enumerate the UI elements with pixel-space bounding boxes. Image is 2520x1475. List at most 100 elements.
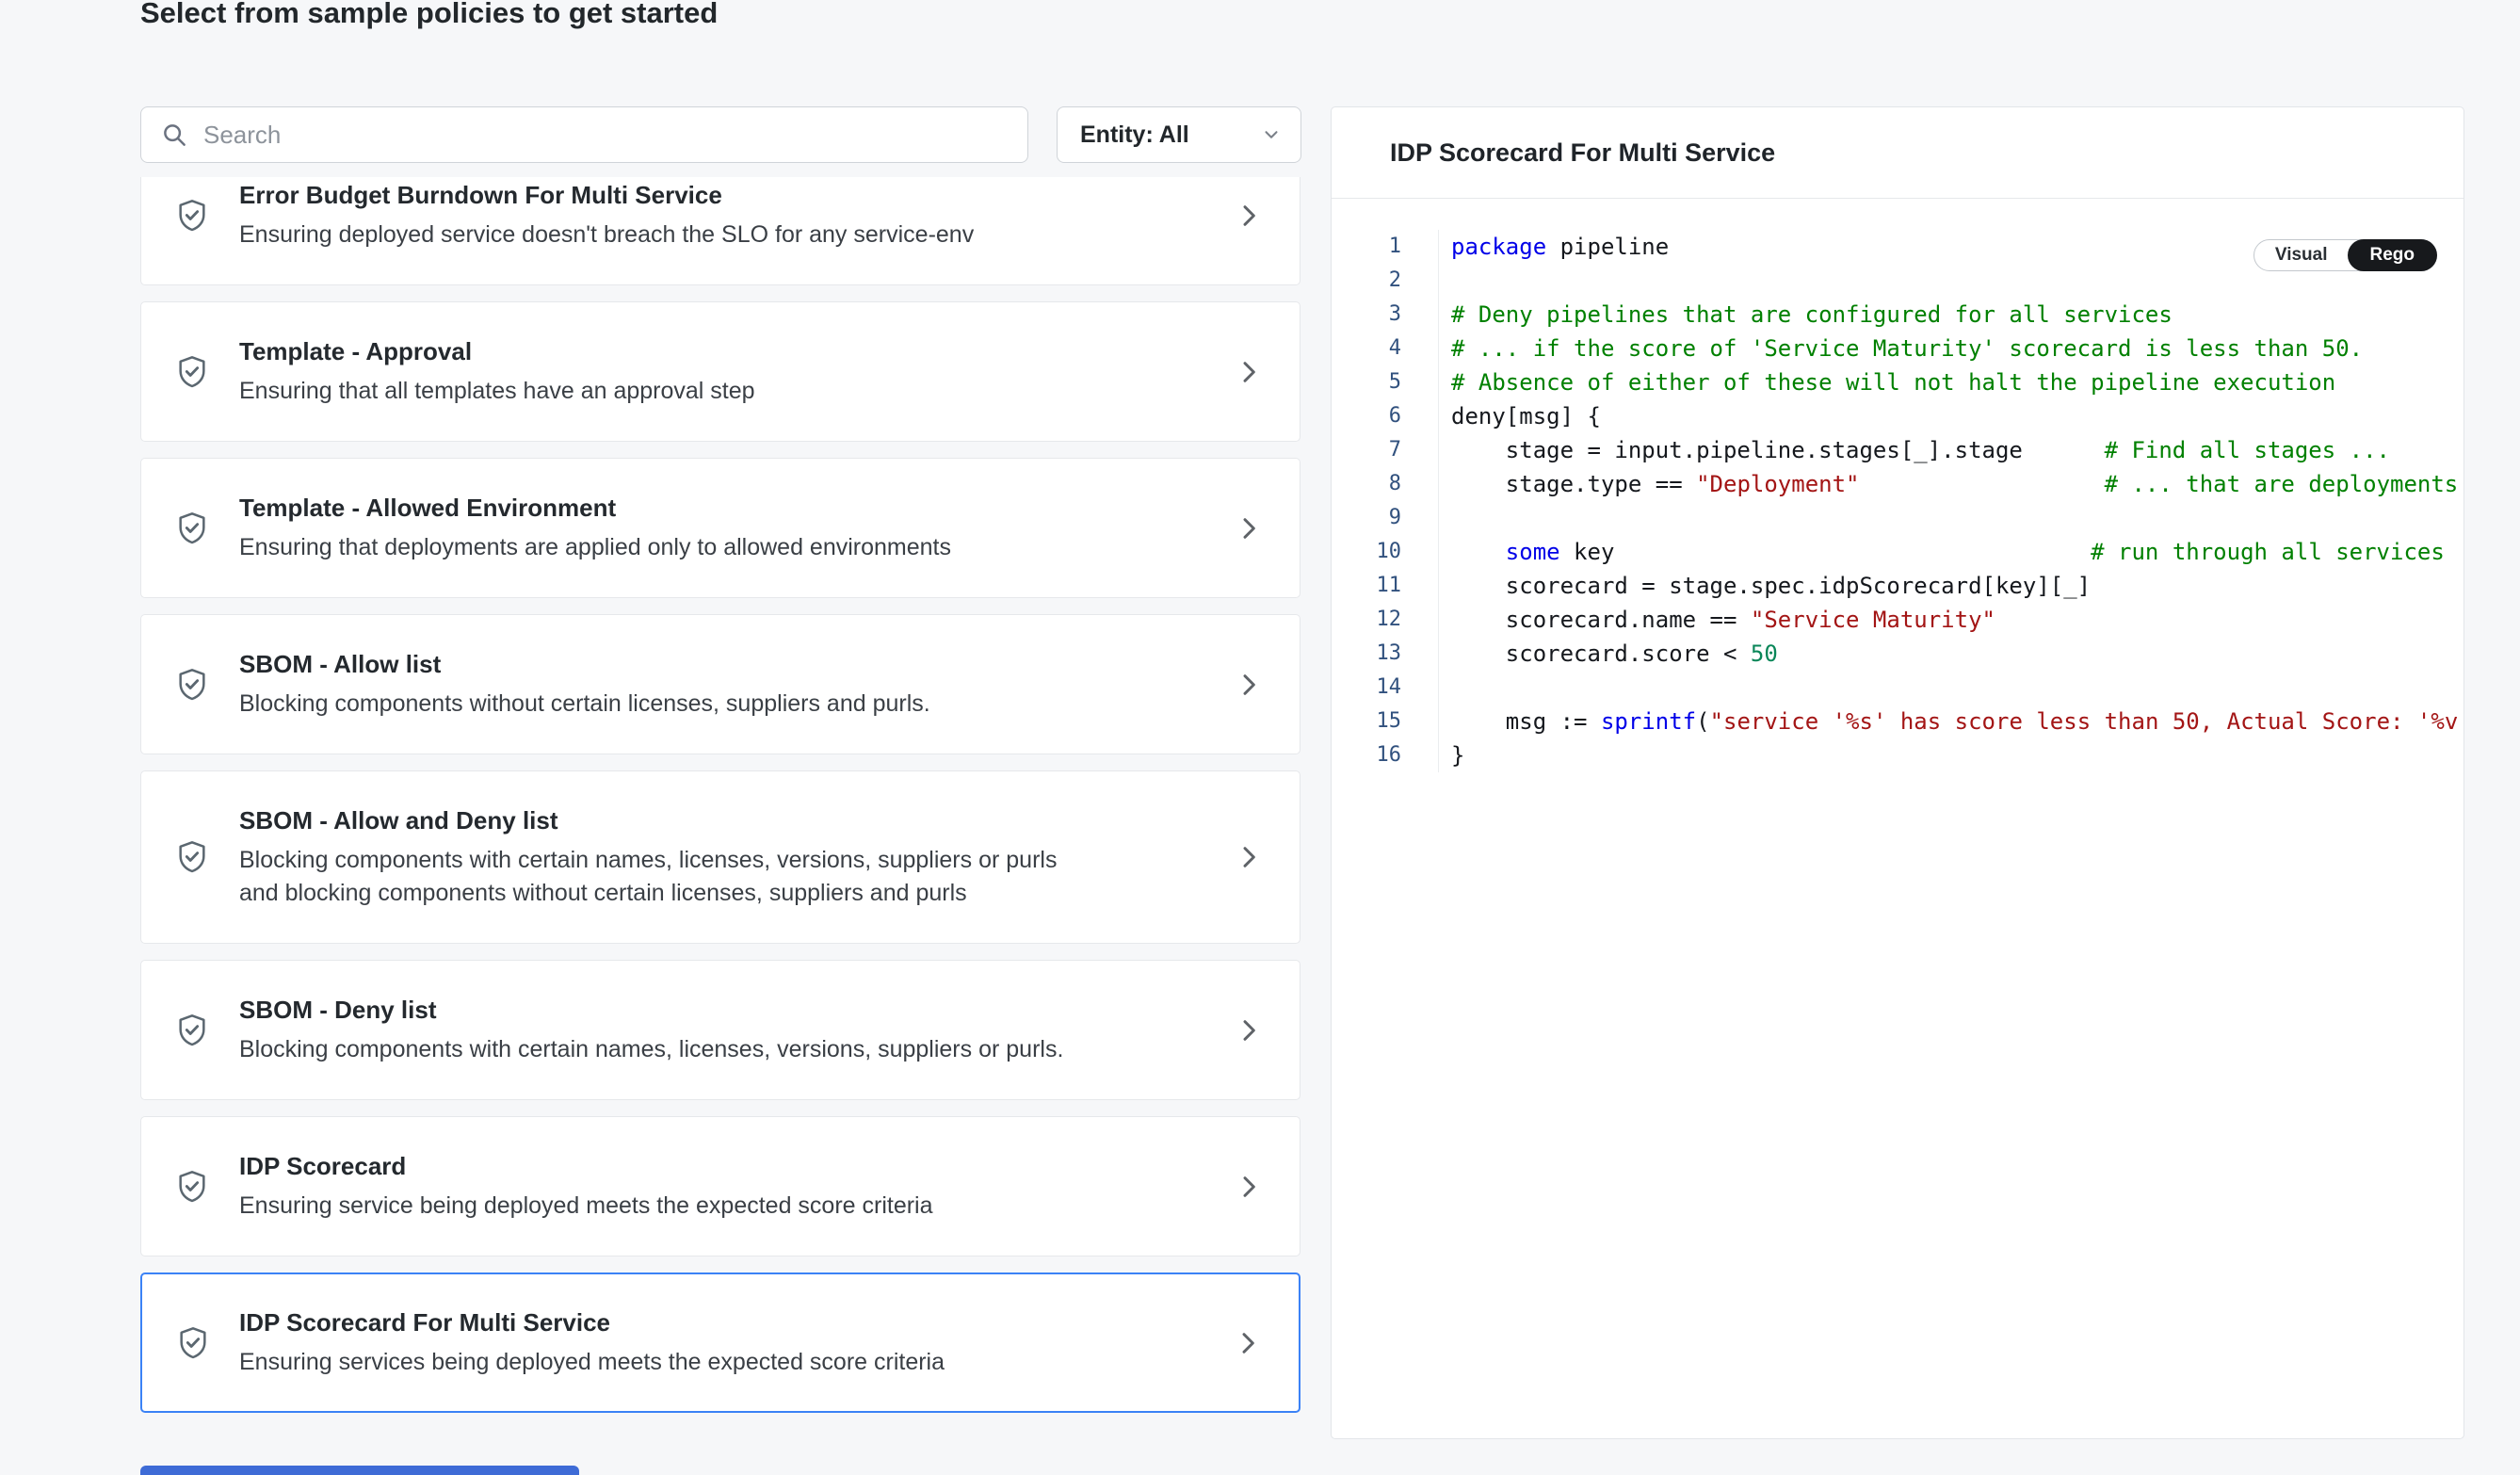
policy-text: IDP Scorecard For Multi Service Ensuring … (239, 1306, 1177, 1379)
shield-check-icon (173, 666, 211, 704)
line-number: 12 (1332, 603, 1439, 637)
shield-check-icon (173, 1012, 211, 1049)
policy-list-item[interactable]: SBOM - Allow and Deny listBlocking compo… (140, 770, 1300, 944)
code-line-content: stage.type == "Deployment" # ... that ar… (1439, 467, 2458, 501)
code-editor[interactable]: 1package pipeline23# Deny pipelines that… (1332, 199, 2463, 772)
policy-text: SBOM - Deny list Blocking components with… (239, 994, 1177, 1066)
shield-check-icon (173, 838, 211, 876)
toggle-rego-button[interactable]: Rego (2348, 239, 2438, 271)
code-line-content: # Deny pipelines that are configured for… (1439, 298, 2173, 332)
view-mode-toggle: Visual Rego (2253, 239, 2437, 271)
code-line-content (1439, 501, 1451, 535)
detail-panel-header: IDP Scorecard For Multi Service (1332, 107, 2463, 199)
search-input[interactable] (202, 120, 1010, 151)
code-line-content: deny[msg] { (1439, 399, 1601, 433)
code-line: 15 msg := sprintf("service '%s' has scor… (1332, 705, 2463, 738)
line-number: 14 (1332, 671, 1439, 705)
code-line: 5# Absence of either of these will not h… (1332, 365, 2463, 399)
policy-description: Ensuring deployed service doesn't breach… (239, 219, 1068, 251)
policy-list-item[interactable]: Template - Approval Ensuring that all tem… (140, 301, 1300, 442)
policy-title: SBOM - Deny list (239, 994, 1177, 1026)
code-line: 4# ... if the score of 'Service Maturity… (1332, 332, 2463, 365)
policy-description: Blocking components with certain names, … (239, 844, 1068, 910)
policy-list-item[interactable]: IDP Scorecard For Multi Service Ensuring … (140, 1272, 1300, 1413)
chevron-right-icon (1234, 670, 1264, 700)
line-number: 8 (1332, 467, 1439, 501)
shield-check-icon (174, 1324, 212, 1362)
shield-check-icon (173, 510, 211, 547)
code-line-content (1439, 671, 1451, 705)
policy-title: IDP Scorecard For Multi Service (239, 1306, 1177, 1338)
entity-filter-label: Entity: All (1080, 122, 1189, 149)
code-line: 7 stage = input.pipeline.stages[_].stage… (1332, 433, 2463, 467)
line-number: 9 (1332, 501, 1439, 535)
chevron-down-icon (1261, 124, 1282, 145)
line-number: 4 (1332, 332, 1439, 365)
line-number: 7 (1332, 433, 1439, 467)
policy-description: Ensuring service being deployed meets th… (239, 1190, 1068, 1223)
code-line-content (1439, 264, 1451, 298)
code-line-content: stage = input.pipeline.stages[_].stage #… (1439, 433, 2390, 467)
policy-text: IDP Scorecard Ensuring service being depl… (239, 1150, 1177, 1223)
policy-list-item[interactable]: SBOM - Deny list Blocking components with… (140, 960, 1300, 1100)
code-line: 14 (1332, 671, 2463, 705)
entity-filter-dropdown[interactable]: Entity: All (1057, 106, 1301, 163)
chevron-right-icon (1234, 842, 1264, 872)
policy-description: Ensuring services being deployed meets t… (239, 1346, 1068, 1379)
code-line: 3# Deny pipelines that are configured fo… (1332, 298, 2463, 332)
policy-list[interactable]: Error Budget Burndown For Multi Service E… (140, 177, 1300, 1440)
code-line-content: # ... if the score of 'Service Maturity'… (1439, 332, 2363, 365)
policy-title: Template - Allowed Environment (239, 492, 1177, 524)
policy-description: Ensuring that deployments are applied on… (239, 531, 1068, 564)
policy-list-item[interactable]: SBOM - Allow list Blocking components wit… (140, 614, 1300, 754)
chevron-right-icon (1234, 1015, 1264, 1045)
line-number: 2 (1332, 264, 1439, 298)
shield-check-icon (173, 197, 211, 235)
policy-text: SBOM - Allow list Blocking components wit… (239, 648, 1177, 721)
code-line: 16} (1332, 738, 2463, 772)
code-line: 6deny[msg] { (1332, 399, 2463, 433)
sample-policies-page: Select from sample policies to get start… (0, 0, 2520, 1473)
page-title: Select from sample policies to get start… (140, 0, 718, 32)
code-line: 9 (1332, 501, 2463, 535)
shield-check-icon (173, 1168, 211, 1206)
policy-title: Template - Approval (239, 335, 1177, 367)
policy-list-item[interactable]: IDP Scorecard Ensuring service being depl… (140, 1116, 1300, 1256)
policy-title: SBOM - Allow list (239, 648, 1177, 680)
policy-text: Template - Approval Ensuring that all tem… (239, 335, 1177, 408)
policy-description: Blocking components without certain lice… (239, 688, 1068, 721)
code-line: 12 scorecard.name == "Service Maturity" (1332, 603, 2463, 637)
line-number: 1 (1332, 230, 1439, 264)
policy-list-item[interactable]: Error Budget Burndown For Multi Service E… (140, 177, 1300, 285)
code-line-content: package pipeline (1439, 230, 1669, 264)
code-line-content: msg := sprintf("service '%s' has score l… (1439, 705, 2464, 738)
search-icon (160, 121, 188, 149)
bottom-partial-button[interactable] (140, 1466, 579, 1475)
line-number: 15 (1332, 705, 1439, 738)
chevron-right-icon (1233, 1328, 1263, 1358)
policy-title: IDP Scorecard (239, 1150, 1177, 1182)
policy-description: Ensuring that all templates have an appr… (239, 375, 1068, 408)
code-line: 11 scorecard = stage.spec.idpScorecard[k… (1332, 569, 2463, 603)
toggle-visual-button[interactable]: Visual (2254, 240, 2349, 270)
code-line-content: scorecard.name == "Service Maturity" (1439, 603, 1995, 637)
detail-panel-title: IDP Scorecard For Multi Service (1390, 138, 1775, 168)
line-number: 3 (1332, 298, 1439, 332)
policy-title: Error Budget Burndown For Multi Service (239, 179, 1177, 211)
code-line-content: scorecard = stage.spec.idpScorecard[key]… (1439, 569, 2091, 603)
policy-description: Blocking components with certain names, … (239, 1033, 1068, 1066)
code-line-content: # Absence of either of these will not ha… (1439, 365, 2335, 399)
chevron-right-icon (1234, 357, 1264, 387)
shield-check-icon (173, 353, 211, 391)
line-number: 5 (1332, 365, 1439, 399)
chevron-right-icon (1234, 513, 1264, 543)
policy-text: Template - Allowed Environment Ensuring t… (239, 492, 1177, 564)
policy-list-item[interactable]: Template - Allowed Environment Ensuring t… (140, 458, 1300, 598)
search-box[interactable] (140, 106, 1028, 163)
code-line-content: scorecard.score < 50 (1439, 637, 1778, 671)
policy-detail-panel: IDP Scorecard For Multi Service 1package… (1331, 106, 2464, 1439)
line-number: 13 (1332, 637, 1439, 671)
code-line-content: } (1439, 738, 1464, 772)
policy-text: Error Budget Burndown For Multi Service E… (239, 179, 1177, 251)
line-number: 6 (1332, 399, 1439, 433)
